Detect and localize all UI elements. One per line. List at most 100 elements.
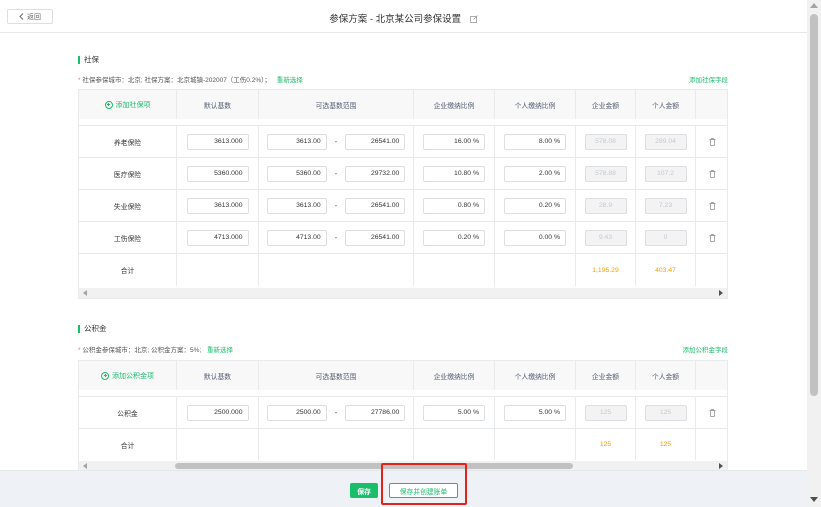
scrollbar-thumb[interactable] [810, 14, 818, 396]
range-dash: - [334, 233, 338, 242]
social-info-line: * 社保参保城市：北京; 社保方案：北京城镇-202007（工伤0.2%）； 重… [78, 74, 303, 84]
base-max-input[interactable]: 26541.00 [345, 197, 406, 214]
total-company-amount: 125 [576, 429, 636, 460]
company-ratio-input[interactable]: 10.80 % [423, 165, 485, 182]
table-total-row: 合计 1,195.29 403.47 [79, 253, 727, 286]
column-header: 企业金额 [576, 361, 636, 390]
add-social-item-button[interactable]: 添加社保项 [79, 90, 177, 119]
required-star: * [78, 347, 81, 354]
scroll-up-arrow[interactable] [810, 3, 818, 8]
company-amount-field: 578.08 [584, 133, 627, 150]
total-company-amount: 1,195.29 [576, 254, 636, 286]
personal-ratio-input[interactable]: 2.00 % [504, 165, 566, 182]
column-header-actions [696, 361, 727, 390]
required-star: * [78, 77, 81, 84]
range-dash: - [334, 169, 338, 178]
highlight-box [381, 463, 467, 505]
item-name: 工伤保险 [79, 222, 177, 253]
fund-info-line: * 公积金参保城市：北京; 公积金方案：5%; 重新选择 [78, 344, 233, 354]
save-button[interactable]: 保存 [350, 483, 378, 498]
personal-ratio-input[interactable]: 0.20 % [504, 197, 566, 214]
fund-reselect-link[interactable]: 重新选择 [207, 347, 233, 354]
edit-icon[interactable] [469, 15, 478, 24]
scroll-right-arrow[interactable] [719, 290, 723, 296]
company-amount-field: 9.43 [584, 229, 627, 246]
company-amount-field: 125 [584, 404, 627, 421]
default-base-input[interactable]: 4713.000 [186, 229, 249, 246]
scroll-left-arrow[interactable] [83, 463, 87, 469]
company-ratio-input[interactable]: 5.00 % [423, 404, 485, 421]
personal-amount-field: 0 [644, 229, 687, 246]
trash-icon[interactable] [709, 408, 716, 417]
base-min-input[interactable]: 5360.00 [266, 165, 327, 182]
add-fund-item-button[interactable]: 添加公积金项 [79, 361, 177, 390]
table-row: 工伤保险 4713.000 4713.00-26541.00 0.20 % 0.… [79, 221, 727, 253]
trash-icon[interactable] [709, 201, 716, 210]
social-table: 添加社保项 默认基数 可选基数范围 企业缴纳比例 个人缴纳比例 企业金额 个人金… [78, 89, 728, 299]
plus-circle-icon [104, 100, 113, 109]
table-row: 养老保险 3613.000 3613.00-26541.00 16.00 % 8… [79, 125, 727, 157]
personal-amount-field: 289.04 [644, 133, 687, 150]
default-base-input[interactable]: 3613.000 [186, 197, 249, 214]
column-header: 个人缴纳比例 [495, 361, 576, 390]
column-header: 默认基数 [177, 361, 259, 390]
item-name: 失业保险 [79, 190, 177, 221]
social-info-text: 社保参保城市：北京; 社保方案：北京城镇-202007（工伤0.2%）； [82, 77, 271, 84]
base-max-input[interactable]: 27786.00 [345, 404, 406, 421]
scroll-right-arrow[interactable] [719, 463, 723, 469]
section-bar [78, 324, 80, 333]
default-base-input[interactable]: 2500.000 [186, 404, 249, 421]
page-title: 参保方案 - 北京某公司参保设置 [0, 11, 807, 25]
base-min-input[interactable]: 2500.00 [266, 404, 327, 421]
default-base-input[interactable]: 5360.000 [186, 165, 249, 182]
range-dash: - [334, 137, 338, 146]
company-ratio-input[interactable]: 16.00 % [423, 133, 485, 150]
base-min-input[interactable]: 3613.00 [266, 197, 327, 214]
personal-ratio-input[interactable]: 8.00 % [504, 133, 566, 150]
social-section-title: 社保 [78, 54, 99, 65]
page-header: 返回 参保方案 - 北京某公司参保设置 [0, 0, 807, 33]
total-label: 合计 [79, 429, 177, 460]
base-max-input[interactable]: 29732.00 [345, 165, 406, 182]
base-max-input[interactable]: 26541.00 [345, 133, 406, 150]
base-min-input[interactable]: 3613.00 [266, 133, 327, 150]
social-reselect-link[interactable]: 重新选择 [277, 77, 303, 84]
personal-amount-field: 7.23 [644, 197, 687, 214]
scrollbar-thumb[interactable] [175, 463, 573, 469]
scroll-left-arrow[interactable] [83, 290, 87, 296]
item-name: 公积金 [79, 397, 177, 428]
table-row: 公积金 2500.000 2500.00-27786.00 5.00 % 5.0… [79, 396, 727, 428]
horizontal-scrollbar[interactable] [79, 288, 727, 298]
company-ratio-input[interactable]: 0.80 % [423, 197, 485, 214]
total-personal-amount: 125 [636, 429, 696, 460]
add-fund-field-link[interactable]: 添加公积金字段 [683, 344, 729, 354]
vertical-scrollbar[interactable] [807, 0, 821, 507]
personal-ratio-input[interactable]: 0.00 % [504, 229, 566, 246]
personal-amount-field: 125 [644, 404, 687, 421]
base-max-input[interactable]: 26541.00 [345, 229, 406, 246]
total-label: 合计 [79, 254, 177, 286]
range-dash: - [334, 201, 338, 210]
range-dash: - [334, 408, 338, 417]
fund-info-text: 公积金参保城市：北京; 公积金方案：5%; [82, 347, 202, 354]
base-min-input[interactable]: 4713.00 [266, 229, 327, 246]
scroll-down-arrow[interactable] [810, 497, 818, 502]
page-title-text: 参保方案 - 北京某公司参保设置 [329, 14, 462, 25]
fund-section-title: 公积金 [78, 323, 107, 334]
table-header-row: 添加社保项 默认基数 可选基数范围 企业缴纳比例 个人缴纳比例 企业金额 个人金… [79, 90, 727, 119]
add-item-label: 添加公积金项 [112, 372, 154, 380]
add-social-field-link[interactable]: 添加社保字段 [689, 74, 728, 84]
fund-section-title-text: 公积金 [84, 324, 107, 333]
fund-table: 添加公积金项 默认基数 可选基数范围 企业缴纳比例 个人缴纳比例 企业金额 个人… [78, 360, 728, 470]
personal-amount-field: 107.2 [644, 165, 687, 182]
trash-icon[interactable] [709, 169, 716, 178]
trash-icon[interactable] [709, 233, 716, 242]
company-amount-field: 28.9 [584, 197, 627, 214]
default-base-input[interactable]: 3613.000 [186, 133, 249, 150]
personal-ratio-input[interactable]: 5.00 % [504, 404, 566, 421]
social-section-title-text: 社保 [84, 55, 99, 64]
column-header: 企业缴纳比例 [414, 361, 495, 390]
trash-icon[interactable] [709, 137, 716, 146]
column-header-actions [696, 90, 727, 119]
company-ratio-input[interactable]: 0.20 % [423, 229, 485, 246]
